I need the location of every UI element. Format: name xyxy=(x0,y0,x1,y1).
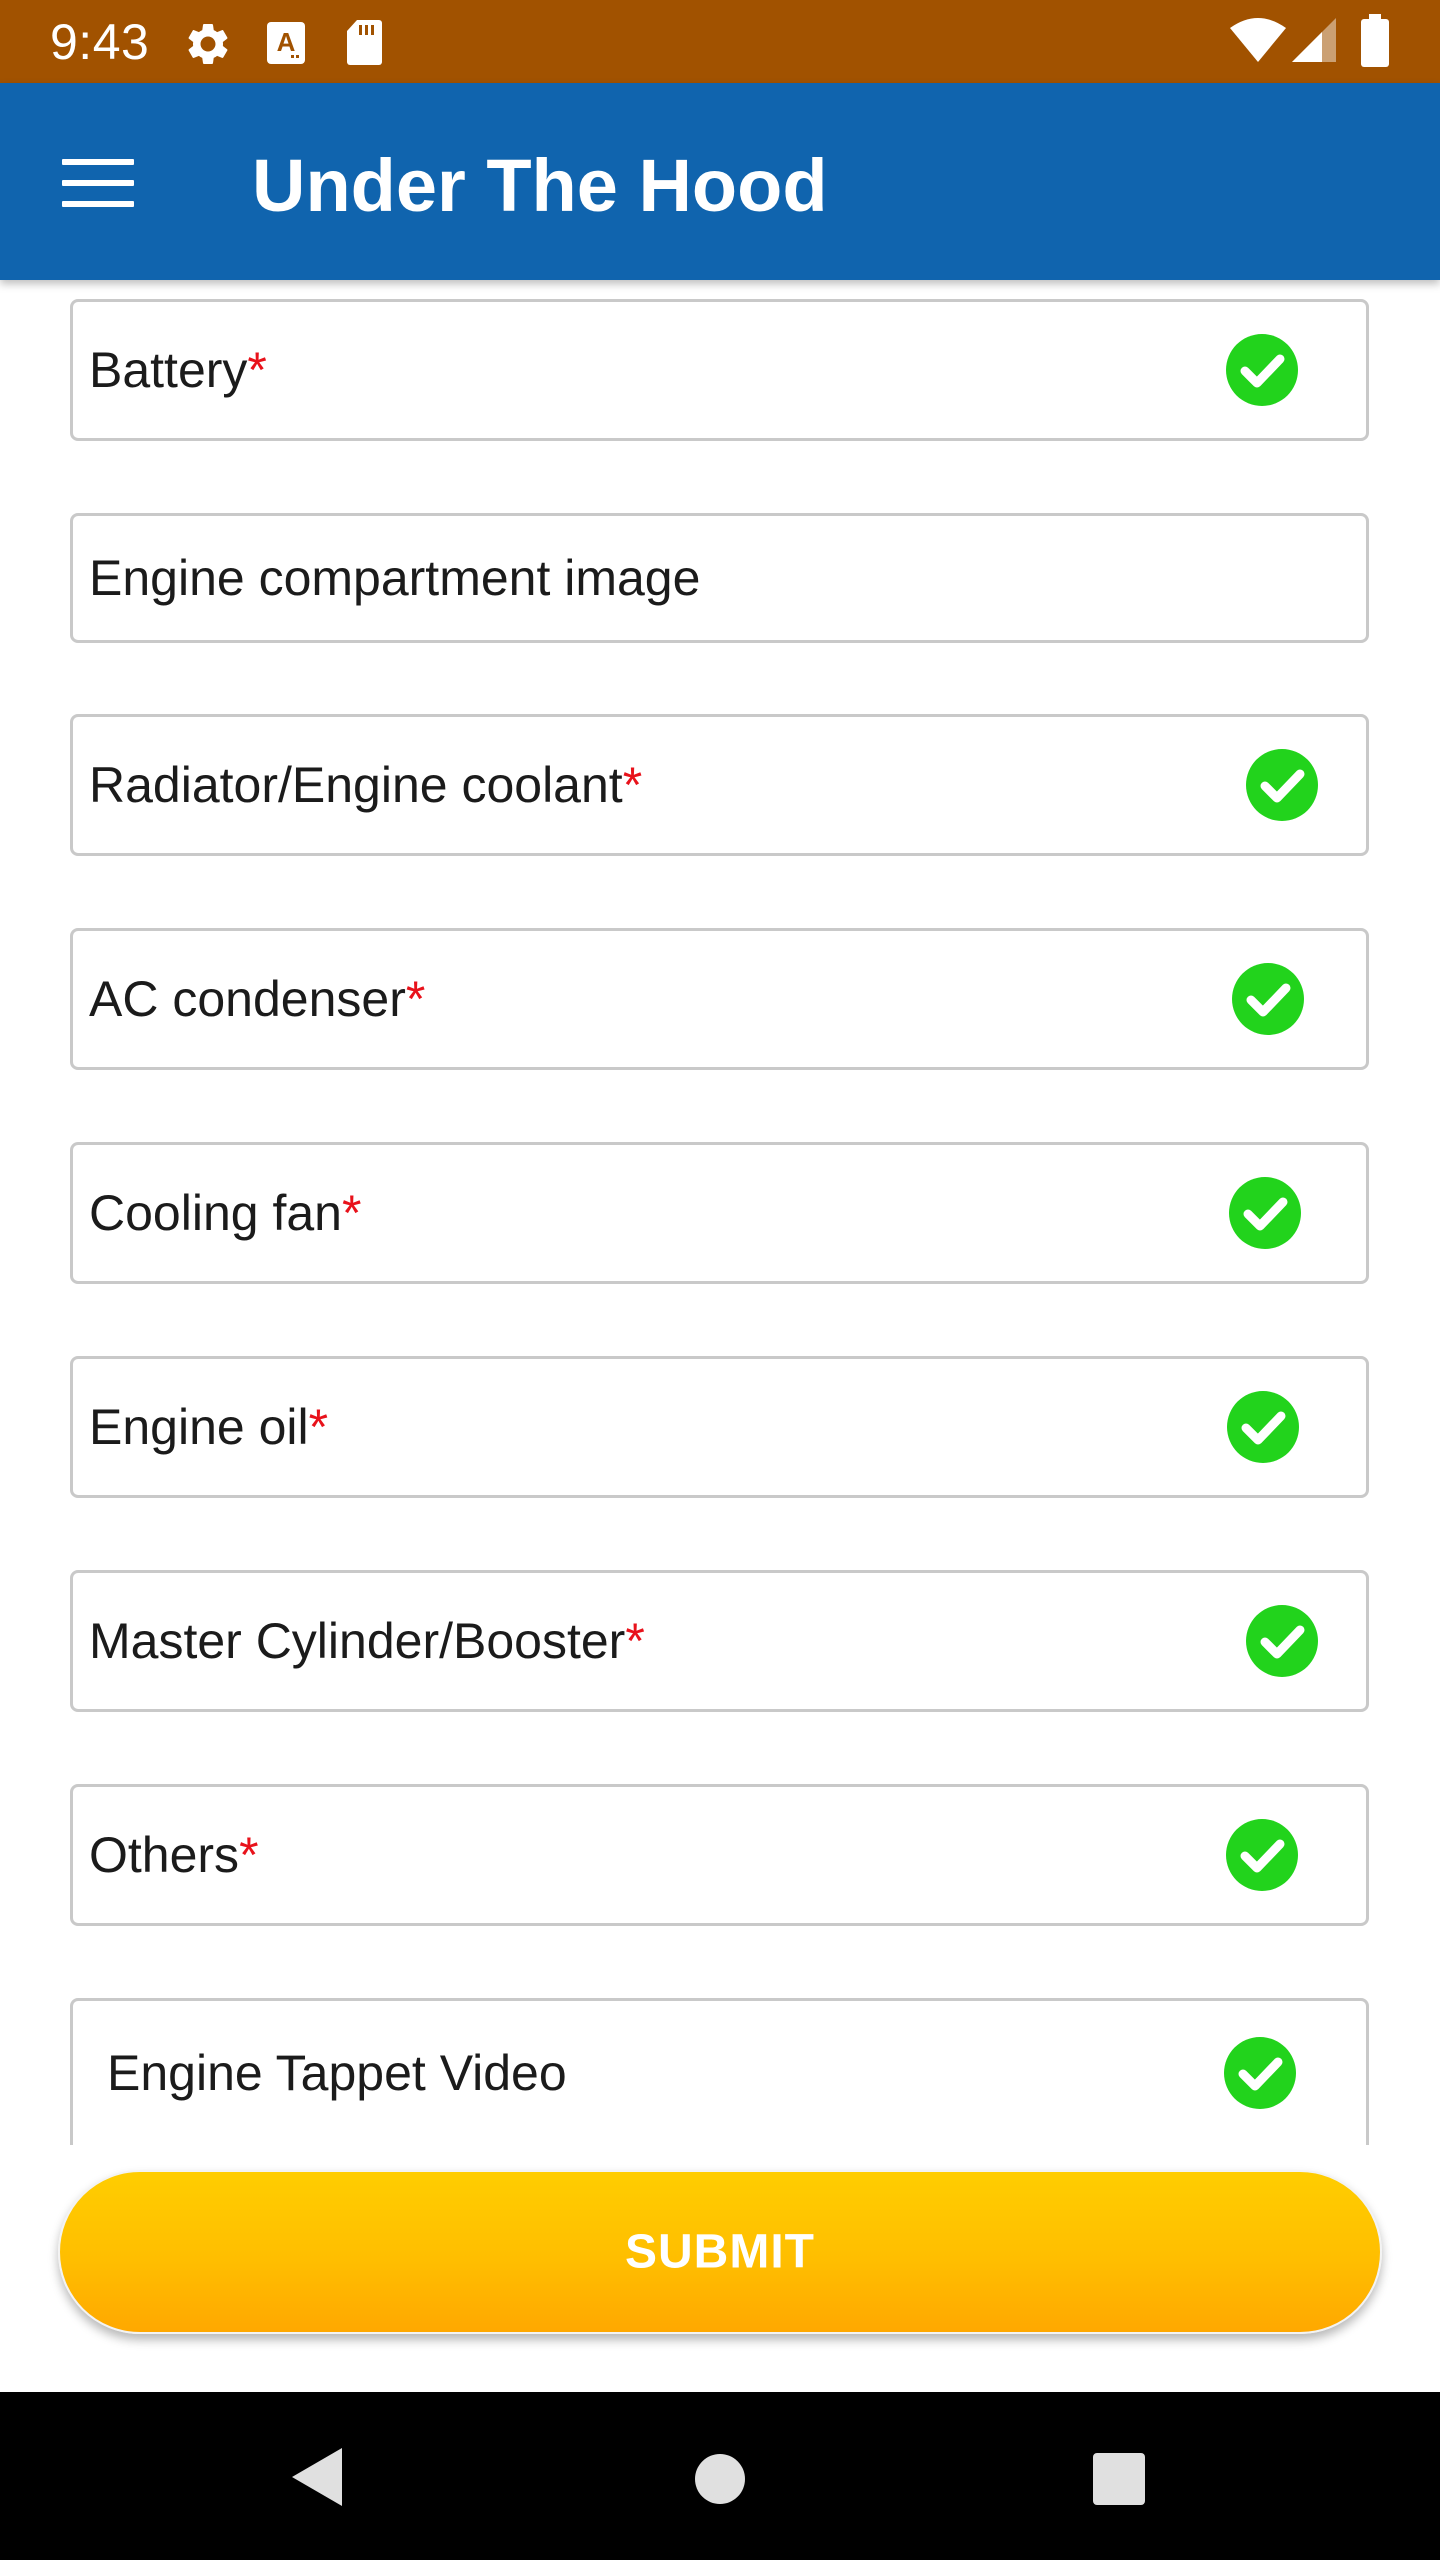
system-nav-bar xyxy=(0,2392,1440,2560)
field-ac-condenser[interactable]: AC condenser* xyxy=(70,928,1369,1070)
check-circle-icon xyxy=(1229,1177,1301,1249)
status-time: 9:43 xyxy=(50,14,150,70)
field-others[interactable]: Others* xyxy=(70,1784,1369,1926)
hamburger-menu-icon[interactable] xyxy=(62,159,134,207)
check-circle-icon xyxy=(1224,2037,1296,2109)
check-circle-icon xyxy=(1226,1819,1298,1891)
check-circle-icon xyxy=(1246,749,1318,821)
gear-icon xyxy=(188,23,228,64)
inspection-form: Battery* Engine compartment image Radiat… xyxy=(0,280,1440,2145)
field-engine-oil[interactable]: Engine oil* xyxy=(70,1356,1369,1498)
field-cooling-fan[interactable]: Cooling fan* xyxy=(70,1142,1369,1284)
field-label: Radiator/Engine coolant* xyxy=(89,757,643,813)
field-label: AC condenser* xyxy=(89,971,426,1027)
status-bar: 9:43 A xyxy=(0,0,1440,83)
field-battery[interactable]: Battery* xyxy=(70,299,1369,441)
wifi-icon xyxy=(1230,18,1286,62)
field-label: Engine oil* xyxy=(89,1399,329,1455)
app-bar: Under The Hood xyxy=(0,83,1440,280)
field-master-cylinder-booster[interactable]: Master Cylinder/Booster* xyxy=(70,1570,1369,1712)
required-marker: * xyxy=(247,342,267,398)
required-marker: * xyxy=(622,757,643,813)
field-engine-tappet-video[interactable]: Engine Tappet Video xyxy=(70,1998,1369,2145)
recents-icon[interactable] xyxy=(1092,2452,1146,2506)
submit-label: SUBMIT xyxy=(625,2225,815,2279)
font-a-icon: A xyxy=(267,22,305,64)
battery-icon xyxy=(1361,14,1389,67)
check-circle-icon xyxy=(1226,334,1298,406)
field-label: Engine Tappet Video xyxy=(107,2045,567,2101)
back-icon[interactable] xyxy=(290,2446,344,2508)
required-marker: * xyxy=(308,1399,329,1455)
sd-card-icon xyxy=(347,20,382,65)
check-circle-icon xyxy=(1232,963,1304,1035)
field-radiator-engine-coolant[interactable]: Radiator/Engine coolant* xyxy=(70,714,1369,856)
field-label: Others* xyxy=(89,1827,259,1883)
submit-button[interactable]: SUBMIT xyxy=(58,2170,1382,2334)
home-icon[interactable] xyxy=(694,2453,746,2505)
field-label: Battery* xyxy=(89,342,267,398)
page-title: Under The Hood xyxy=(252,144,828,227)
required-marker: * xyxy=(405,971,426,1027)
field-engine-compartment-image[interactable]: Engine compartment image xyxy=(70,513,1369,643)
field-label: Engine compartment image xyxy=(89,550,701,606)
check-circle-icon xyxy=(1227,1391,1299,1463)
svg-text:A: A xyxy=(277,27,296,57)
required-marker: * xyxy=(239,1827,259,1883)
signal-icon xyxy=(1292,18,1336,62)
check-circle-icon xyxy=(1246,1605,1318,1677)
field-label: Master Cylinder/Booster* xyxy=(89,1613,645,1669)
field-label: Cooling fan* xyxy=(89,1185,362,1241)
required-marker: * xyxy=(625,1613,645,1669)
required-marker: * xyxy=(341,1185,362,1241)
